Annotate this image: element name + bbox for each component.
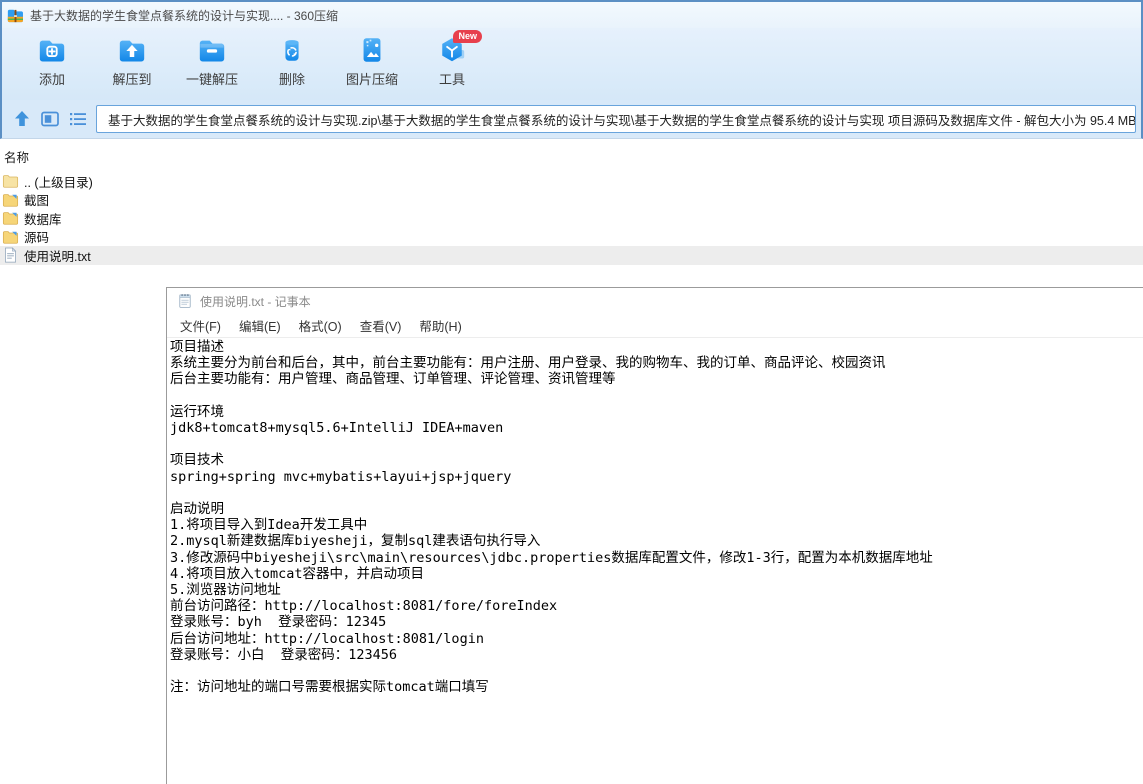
menu-file[interactable]: 文件(F) — [171, 316, 230, 335]
file-name: 使用说明.txt — [24, 249, 91, 264]
address-bar: 基于大数据的学生食堂点餐系统的设计与实现.zip\基于大数据的学生食堂点餐系统的… — [2, 100, 1141, 138]
address-field[interactable]: 基于大数据的学生食堂点餐系统的设计与实现.zip\基于大数据的学生食堂点餐系统的… — [96, 105, 1136, 133]
tools-button[interactable]: New 工具 — [420, 30, 484, 88]
menu-help[interactable]: 帮助(H) — [410, 316, 470, 335]
menu-view[interactable]: 查看(V) — [351, 316, 411, 335]
file-name: 数据库 — [24, 212, 62, 227]
list-item-folder-database[interactable]: 数据库 — [0, 209, 1143, 228]
text-file-icon — [5, 247, 17, 263]
one-click-extract-label: 一键解压 — [185, 72, 238, 87]
toolbar: 添加 解压到 一键解压 删除 图片压缩 New 工具 — [2, 28, 1141, 100]
image-compress-icon — [363, 38, 381, 62]
notepad-titlebar[interactable]: 使用说明.txt - 记事本 — [167, 288, 1143, 314]
menu-format[interactable]: 格式(O) — [290, 316, 351, 335]
add-folder-icon — [39, 40, 65, 62]
delete-icon — [285, 40, 299, 61]
parent-folder-icon — [2, 175, 19, 188]
file-name: 源码 — [24, 231, 50, 246]
folder-icon — [2, 230, 19, 244]
titlebar: 基于大数据的学生食堂点餐系统的设计与实现.... - 360压缩 — [2, 2, 1141, 28]
delete-label: 删除 — [278, 72, 305, 87]
notepad-window: 使用说明.txt - 记事本 文件(F) 编辑(E) 格式(O) 查看(V) 帮… — [166, 287, 1143, 784]
app-zip-icon — [7, 9, 23, 22]
menu-edit[interactable]: 编辑(E) — [230, 316, 290, 335]
image-compress-button[interactable]: 图片压缩 — [340, 35, 404, 88]
add-button[interactable]: 添加 — [20, 35, 84, 88]
notepad-icon — [179, 294, 191, 308]
list-item-parent-dir[interactable]: .. (上级目录) — [0, 172, 1143, 191]
notepad-title: 使用说明.txt - 记事本 — [200, 294, 311, 309]
column-header-name[interactable]: 名称 — [0, 139, 1143, 172]
archive-path: 基于大数据的学生食堂点餐系统的设计与实现.zip\基于大数据的学生食堂点餐系统的… — [108, 113, 1136, 128]
delete-button[interactable]: 删除 — [260, 35, 324, 88]
one-click-extract-icon — [199, 40, 225, 62]
file-name: .. (上级目录) — [24, 175, 93, 190]
up-level-icon[interactable] — [12, 109, 32, 129]
window-title: 基于大数据的学生食堂点餐系统的设计与实现.... - 360压缩 — [30, 8, 339, 23]
one-click-extract-button[interactable]: 一键解压 — [180, 35, 244, 88]
view-mode-icon[interactable] — [40, 109, 60, 129]
folder-icon — [2, 212, 19, 225]
list-view-icon[interactable] — [68, 109, 88, 129]
image-compress-label: 图片压缩 — [345, 72, 398, 87]
list-item-readme-txt[interactable]: 使用说明.txt — [0, 246, 1143, 265]
file-name: 截图 — [24, 194, 50, 209]
add-label: 添加 — [38, 72, 65, 87]
folder-icon — [2, 193, 19, 207]
extract-to-label: 解压到 — [112, 72, 152, 87]
file-list: 名称 .. (上级目录) 截图 数据库 源码 使用说明.txt — [0, 139, 1143, 265]
archive-window-chrome: 基于大数据的学生食堂点餐系统的设计与实现.... - 360压缩 添加 解压到 — [0, 0, 1143, 139]
extract-to-icon — [119, 40, 145, 62]
notepad-menubar: 文件(F) 编辑(E) 格式(O) 查看(V) 帮助(H) — [167, 314, 1143, 338]
list-item-folder-source[interactable]: 源码 — [0, 228, 1143, 247]
notepad-content[interactable]: 项目描述 系统主要分为前台和后台，其中，前台主要功能有：用户注册、用户登录、我的… — [167, 338, 1143, 784]
extract-to-button[interactable]: 解压到 — [100, 35, 164, 88]
list-item-folder-screenshots[interactable]: 截图 — [0, 191, 1143, 210]
new-badge: New — [453, 30, 482, 43]
tools-label: 工具 — [438, 72, 465, 87]
